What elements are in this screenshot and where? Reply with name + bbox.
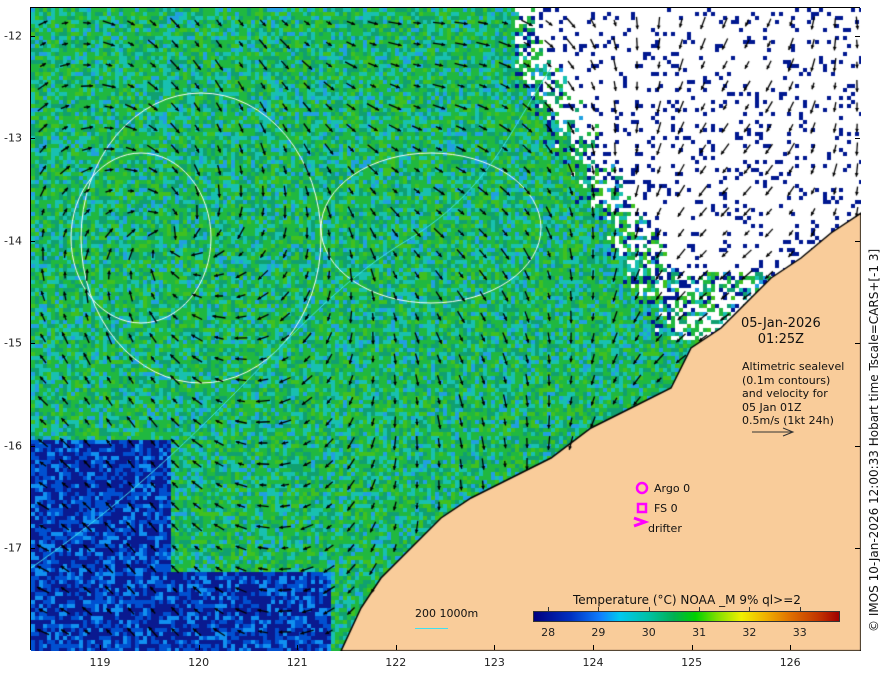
drifter-marker-icon <box>633 516 650 528</box>
lon-tick-mark <box>593 645 594 650</box>
lat-tick-label: -14 <box>4 234 22 248</box>
annotation-line: 05 Jan 01Z <box>742 400 802 414</box>
lat-tick-mark <box>855 445 860 447</box>
colorbar-title: Temperature (°C) NOAA _M 9% ql>=2 <box>573 593 801 607</box>
colorbar-tick-label: 33 <box>792 626 807 639</box>
lat-tick-mark <box>30 548 35 549</box>
isobath-legend-line <box>415 628 448 629</box>
lat-tick-mark <box>30 343 35 345</box>
colorbar-tick-label: 32 <box>742 626 757 639</box>
lat-tick-mark <box>855 240 860 242</box>
lon-tick-label: 119 <box>89 656 111 669</box>
lat-tick-mark <box>855 343 860 345</box>
annotation-date: 05-Jan-2026 <box>741 316 821 331</box>
sst-map[interactable]: 05-Jan-2026 01:25Z Altimetric sealevel (… <box>30 7 861 651</box>
lon-tick-mark <box>691 645 693 650</box>
lon-tick-mark <box>790 645 792 650</box>
lon-tick-mark <box>198 645 200 650</box>
colorbar <box>533 611 840 622</box>
lon-tick-label: 122 <box>385 656 407 669</box>
legend-fs: FS 0 <box>654 502 678 515</box>
lat-tick-label: -17 <box>4 541 22 555</box>
colorbar-tick-mark <box>699 607 701 611</box>
scale-arrow-icon <box>752 427 795 437</box>
lat-tick-mark <box>30 445 35 447</box>
legend-drifter: drifter <box>648 522 682 535</box>
annotation-line: Altimetric sealevel <box>742 360 845 373</box>
colorbar-tick-label: 31 <box>692 626 707 639</box>
lat-tick-mark <box>30 138 35 140</box>
colorbar-tick-mark <box>799 607 801 611</box>
isobath-legend-label: 200 1000m <box>415 607 479 620</box>
lat-tick-mark <box>30 240 35 242</box>
lat-tick-mark <box>855 138 860 140</box>
lat-tick-label: -12 <box>4 29 22 43</box>
lon-tick-label: 121 <box>286 656 308 669</box>
lat-tick-mark <box>855 548 860 549</box>
legend-argo: Argo 0 <box>654 482 691 495</box>
fs-marker-icon <box>636 502 648 514</box>
annotation-line: and velocity for <box>742 387 828 400</box>
colorbar-tick-mark <box>548 607 550 611</box>
lon-tick-mark <box>297 645 299 650</box>
argo-marker-icon <box>635 481 649 495</box>
lon-tick-label: 124 <box>582 656 604 669</box>
colorbar-tick-mark <box>749 607 751 611</box>
colorbar-tick-label: 30 <box>641 626 656 639</box>
annotation-datetime: 05-Jan-2026 01:25Z <box>741 316 821 348</box>
lat-tick-label: -15 <box>4 336 22 350</box>
lon-tick-label: 126 <box>779 656 801 669</box>
lon-tick-mark <box>494 645 496 650</box>
lon-tick-mark <box>100 645 101 650</box>
colorbar-tick-label: 28 <box>541 626 556 639</box>
lat-tick-label: -13 <box>4 131 22 145</box>
annotation-time: 01:25Z <box>757 332 805 347</box>
lon-tick-label: 125 <box>681 656 703 669</box>
annotation-description: Altimetric sealevel (0.1m contours) and … <box>742 360 844 428</box>
annotation-line: (0.1m contours) <box>742 373 831 387</box>
lat-tick-mark <box>855 36 860 37</box>
colorbar-tick-mark <box>598 607 600 611</box>
lat-tick-label: -16 <box>4 439 22 453</box>
copyright-side-text: © IMOS 10-Jan-2026 12:00:33 Hobart time … <box>867 248 880 632</box>
colorbar-tick-label: 29 <box>591 626 606 639</box>
colorbar-tick-mark <box>648 607 650 611</box>
lat-tick-mark <box>30 36 35 37</box>
lon-tick-label: 123 <box>483 656 505 669</box>
lon-tick-mark <box>395 645 397 650</box>
lon-tick-label: 120 <box>188 656 210 669</box>
sst-raster-with-velocity-arrows <box>31 8 861 651</box>
